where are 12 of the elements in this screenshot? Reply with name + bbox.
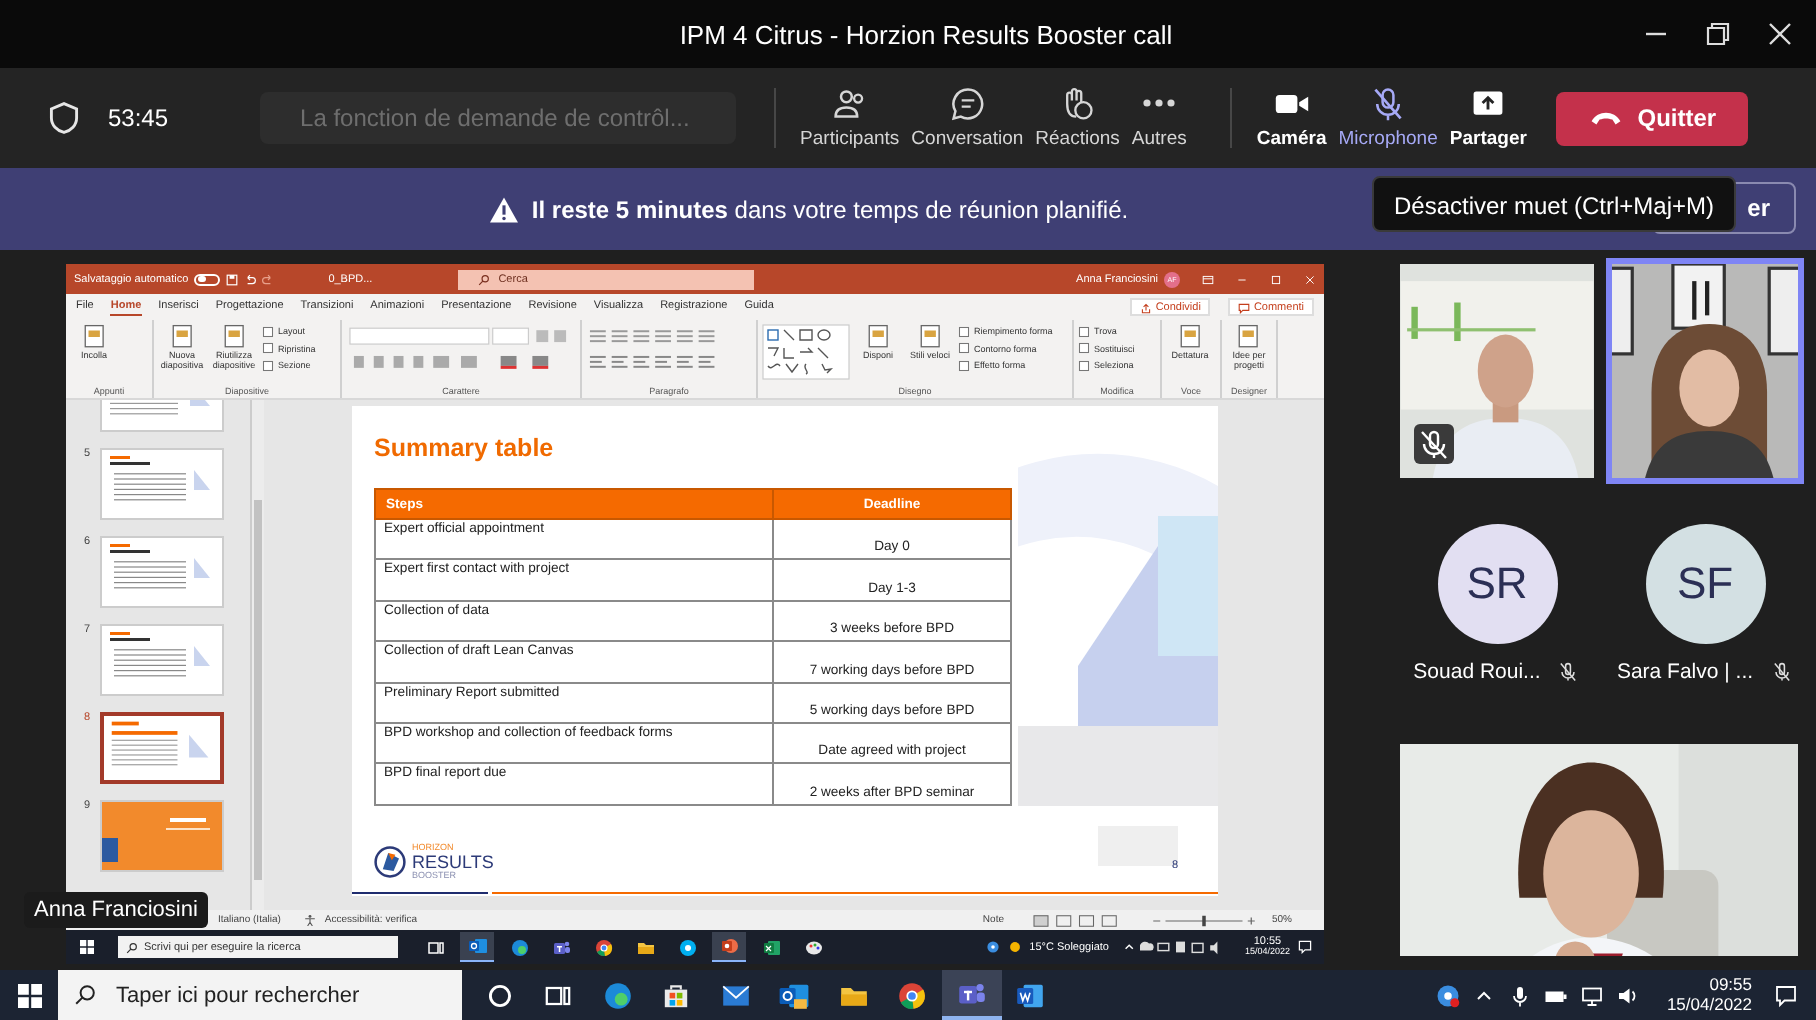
window-title: IPM 4 Citrus - Horzion Results Booster call [679,19,1173,49]
participant-name: Sara Falvo | ... [1616,660,1754,684]
participant-name: Souad Roui... [1413,660,1541,684]
meeting-timer: 53:45 [108,104,169,132]
presenter-name: Anna Franciosini [24,892,208,928]
banner-message: Il reste 5 minutes dans votre temps de réunion planifié. [531,195,1129,223]
slide-title: Summary table [374,434,556,462]
status-field: La fonction de demande de contrôl... [260,92,737,144]
avatar: SR [1437,524,1557,644]
avatar: SF [1645,524,1765,644]
logo-text: RESULTS [412,853,494,871]
tooltip: Désactiver muet (Ctrl+Maj+M) [1372,176,1736,232]
